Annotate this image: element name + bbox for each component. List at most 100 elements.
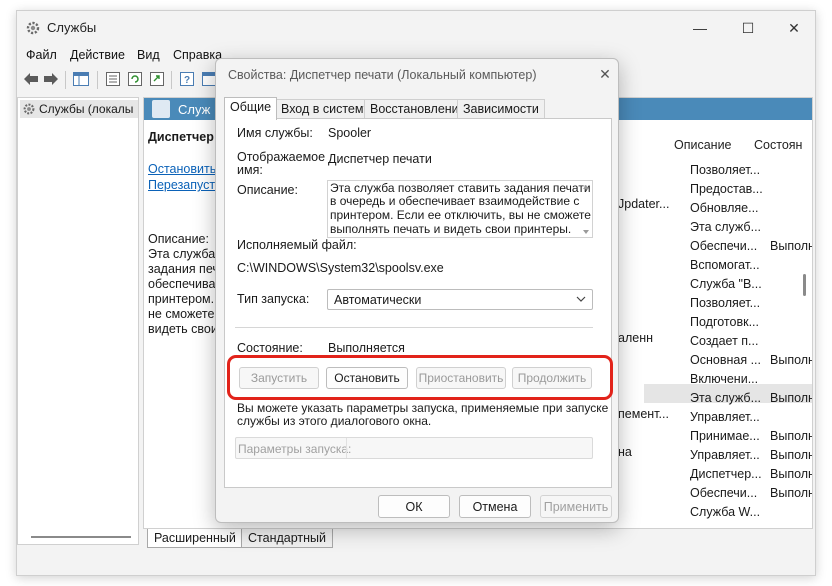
show-tree-button[interactable] xyxy=(71,69,91,89)
console-tree: Службы (локалы xyxy=(17,97,139,545)
maximize-button[interactable]: ☐ xyxy=(725,11,771,45)
ok-button-label: ОК xyxy=(405,499,423,514)
help-button[interactable]: ? xyxy=(177,69,197,89)
tree-item-services[interactable]: Службы (локалы xyxy=(20,100,138,118)
row-description[interactable]: Предостав... xyxy=(690,182,763,196)
startup-type-select[interactable]: Автоматически xyxy=(327,289,593,310)
row-description[interactable]: Эта служб... xyxy=(690,220,761,234)
ok-button[interactable]: ОК xyxy=(378,495,450,518)
close-icon: ✕ xyxy=(788,19,800,36)
row-description[interactable]: Подготовк... xyxy=(690,315,759,329)
row-description[interactable]: Основная ... xyxy=(690,353,761,367)
row-description[interactable]: Управляет... xyxy=(690,448,760,462)
row-description[interactable]: Обеспечи... xyxy=(690,239,757,253)
row-description[interactable]: Создает п... xyxy=(690,334,758,348)
apply-button-label: Применить xyxy=(543,499,609,514)
row-status[interactable]: Выполня xyxy=(770,486,812,500)
vertical-scrollbar[interactable] xyxy=(803,274,806,296)
status-value: Выполняется xyxy=(328,341,405,355)
menu-file[interactable]: Файл xyxy=(26,48,57,62)
help-icon: ? xyxy=(180,72,194,86)
column-header-description[interactable]: Описание xyxy=(674,138,732,152)
menu-view[interactable]: Вид xyxy=(137,48,160,62)
refresh-icon xyxy=(128,72,142,86)
service-description-line: Эта служба п xyxy=(148,247,226,261)
row-description[interactable]: Обеспечи... xyxy=(690,486,757,500)
row-description[interactable]: Принимае... xyxy=(690,429,760,443)
properties-dialog: Свойства: Диспетчер печати (Локальный ко… xyxy=(215,58,619,523)
export-button[interactable] xyxy=(147,69,167,89)
row-description[interactable]: Управляет... xyxy=(690,410,760,424)
start-params-input[interactable] xyxy=(346,438,592,458)
divider xyxy=(235,327,593,328)
row-status[interactable]: Выполня xyxy=(770,391,812,405)
list-icon xyxy=(106,72,120,86)
tab-recovery[interactable]: Восстановление xyxy=(364,99,472,119)
tab-standard[interactable]: Стандартный xyxy=(241,529,333,548)
display-name-label-2: имя: xyxy=(237,163,263,177)
row-description[interactable]: Служба "В... xyxy=(690,277,762,291)
properties-button[interactable] xyxy=(103,69,123,89)
row-status[interactable]: Выполня xyxy=(770,467,812,481)
refresh-button[interactable] xyxy=(125,69,145,89)
description-textbox[interactable]: Эта служба позволяет ставить задания печ… xyxy=(327,180,593,238)
apply-button[interactable]: Применить xyxy=(540,495,612,518)
row-description[interactable]: Служба W... xyxy=(690,505,760,519)
arrow-left-icon xyxy=(24,73,38,85)
description-line: выполнять печать и видеть свои принтеры. xyxy=(330,222,572,236)
svg-text:?: ? xyxy=(184,75,190,86)
tab-general[interactable]: Общие xyxy=(224,97,278,120)
maximize-icon: ☐ xyxy=(741,19,755,36)
service-description-line: принтером. xyxy=(148,292,215,306)
selected-service-name: Диспетчер п xyxy=(148,130,225,144)
row-description[interactable]: Эта служб... xyxy=(690,391,761,405)
window-title: Службы xyxy=(47,20,97,35)
start-params-field[interactable]: Параметры запуска: xyxy=(235,437,593,459)
startup-type-label: Тип запуска: xyxy=(237,292,310,306)
restart-service-link[interactable]: Перезапусти xyxy=(148,178,222,192)
service-name-fragment: Jpdater... xyxy=(618,197,670,211)
tab-dependencies[interactable]: Зависимости xyxy=(457,99,545,119)
description-line: в очередь и обеспечивает взаимодействие … xyxy=(330,194,580,208)
dialog-close-button[interactable]: ✕ xyxy=(594,63,616,85)
tree-item-label: Службы (локалы xyxy=(39,102,134,116)
row-description[interactable]: Позволяет... xyxy=(690,163,760,177)
row-description[interactable]: Диспетчер... xyxy=(690,467,762,481)
row-status[interactable]: Выполня xyxy=(770,448,812,462)
column-header-status[interactable]: Состоян xyxy=(754,138,802,152)
close-button[interactable]: ✕ xyxy=(771,11,817,45)
panel-header-title: Служ xyxy=(178,102,211,117)
row-status[interactable]: Выполня xyxy=(770,353,812,367)
menu-help[interactable]: Справка xyxy=(173,48,222,62)
startup-type-value: Автоматически xyxy=(334,293,422,307)
description-label: Описание: xyxy=(237,183,298,197)
red-highlight-annotation xyxy=(227,355,613,400)
title-bar: Службы — ☐ ✕ xyxy=(17,11,815,45)
general-tab-page: Имя службы: Spooler Отображаемое имя: Ди… xyxy=(224,118,613,488)
description-scrollbar[interactable] xyxy=(582,183,590,237)
back-button[interactable] xyxy=(21,69,41,89)
menu-action[interactable]: Действие xyxy=(70,48,125,62)
tab-extended[interactable]: Расширенный xyxy=(147,529,243,548)
minimize-button[interactable]: — xyxy=(677,11,723,45)
service-description-label: Описание: xyxy=(148,232,209,246)
row-status[interactable]: Выполня xyxy=(770,429,812,443)
display-name-value: Диспетчер печати xyxy=(328,152,432,166)
description-line: Эта служба позволяет ставить задания печ… xyxy=(330,181,591,195)
service-name-value: Spooler xyxy=(328,126,372,140)
status-label: Состояние: xyxy=(237,341,303,355)
cancel-button[interactable]: Отмена xyxy=(459,495,531,518)
forward-button[interactable] xyxy=(41,69,61,89)
chevron-down-icon xyxy=(576,296,586,302)
row-description[interactable]: Обновляе... xyxy=(690,201,759,215)
horizontal-scrollbar[interactable] xyxy=(31,536,131,538)
row-description[interactable]: Включени... xyxy=(690,372,758,386)
row-description[interactable]: Вспомогат... xyxy=(690,258,760,272)
description-line: принтером. Если ее отключить, вы не смож… xyxy=(330,208,591,222)
stop-service-link[interactable]: Остановить xyxy=(148,162,216,176)
row-status[interactable]: Выполня xyxy=(770,239,812,253)
cancel-button-label: Отмена xyxy=(472,499,518,514)
console-icon xyxy=(202,72,216,86)
row-description[interactable]: Позволяет... xyxy=(690,296,760,310)
tab-logon[interactable]: Вход в систему xyxy=(275,99,376,119)
